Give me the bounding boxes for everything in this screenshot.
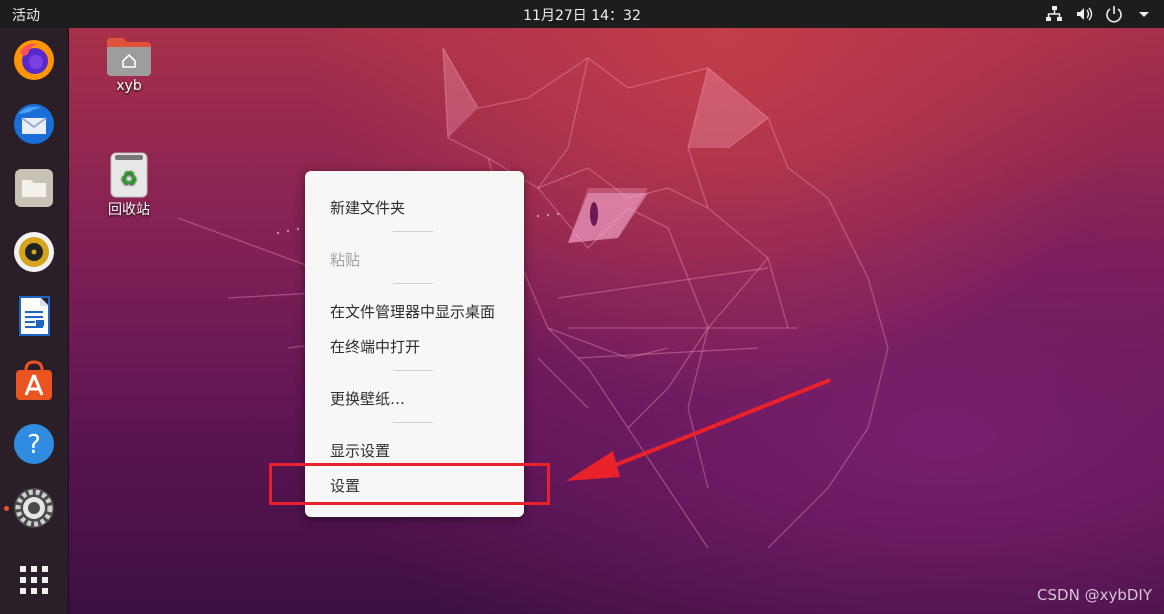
network-icon[interactable]	[1044, 4, 1064, 24]
chevron-down-icon[interactable]	[1134, 4, 1154, 24]
volume-icon[interactable]	[1074, 4, 1094, 24]
menu-item-new-folder[interactable]: 新建文件夹	[330, 197, 405, 218]
grid-icon[interactable]	[12, 558, 56, 602]
help-icon[interactable]: ?	[12, 422, 56, 466]
top-bar: 活动 11月27日 14：32	[0, 0, 1164, 28]
menu-item-open-in-terminal[interactable]: 在终端中打开	[330, 336, 420, 357]
menu-item-display-settings[interactable]: 显示设置	[330, 440, 390, 461]
files-icon[interactable]	[12, 166, 56, 210]
dock: ?	[0, 28, 69, 614]
clock[interactable]: 11月27日 14：32	[523, 8, 641, 24]
menu-item-paste: 粘贴	[330, 251, 361, 269]
system-tray[interactable]	[1044, 4, 1154, 24]
writer-icon[interactable]	[12, 294, 56, 338]
annotation-arrow	[566, 378, 831, 481]
menu-item-show-desktop-in-files[interactable]: 在文件管理器中显示桌面	[330, 301, 495, 322]
activities-button[interactable]: 活动	[12, 5, 40, 25]
menu-separator	[393, 283, 433, 284]
running-indicator	[4, 506, 9, 511]
svg-text:?: ?	[27, 430, 41, 460]
desktop[interactable]: xyb ♻ 回收站 CSDN @xybDIY	[68, 28, 1164, 614]
software-icon[interactable]	[12, 358, 56, 402]
menu-separator	[393, 231, 433, 232]
menu-separator	[393, 422, 433, 423]
rhythmbox-icon[interactable]	[12, 230, 56, 274]
menu-separator	[393, 370, 433, 371]
menu-item-change-background[interactable]: 更换壁纸…	[330, 388, 405, 409]
clock-area: 11月27日 14：32	[0, 5, 1164, 25]
firefox-icon[interactable]	[12, 38, 56, 82]
settings-icon[interactable]	[12, 486, 56, 530]
thunderbird-icon[interactable]	[12, 102, 56, 146]
power-icon[interactable]	[1104, 4, 1124, 24]
annotation-highlight-box	[269, 463, 550, 505]
